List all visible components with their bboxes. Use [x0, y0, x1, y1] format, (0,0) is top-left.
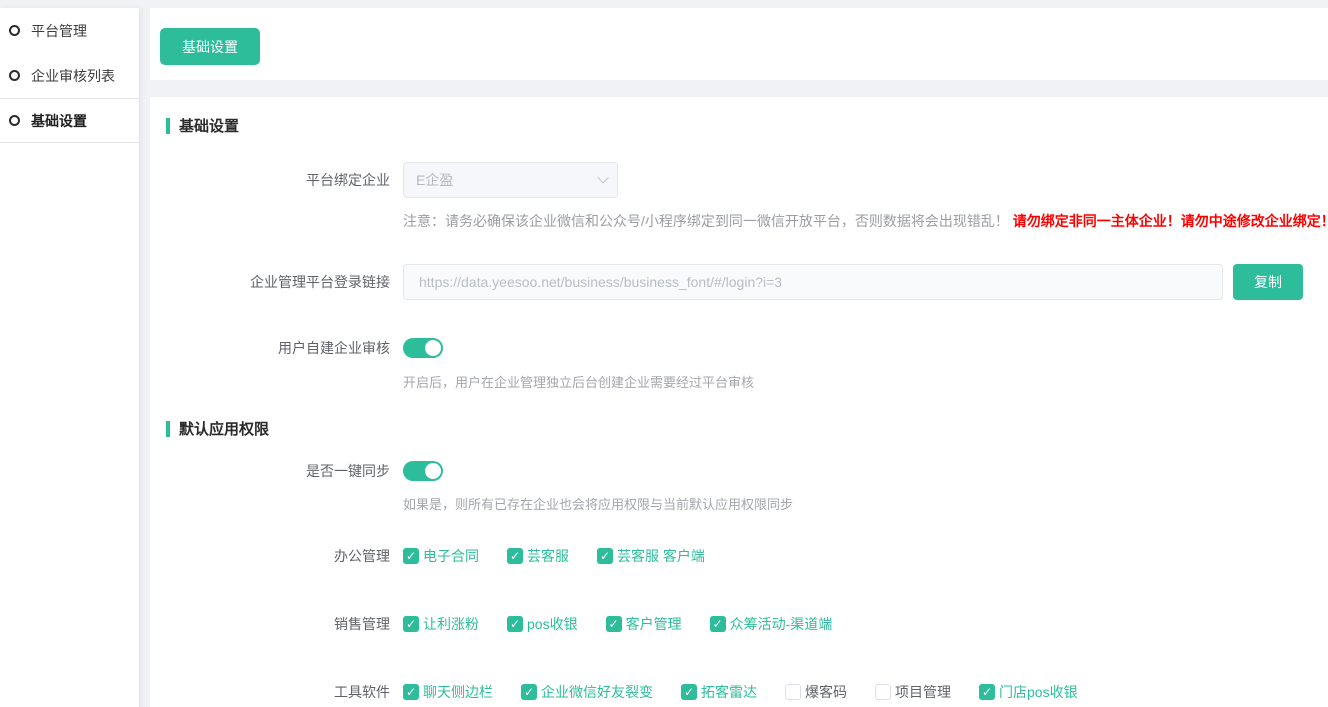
sidebar-item-label: 企业审核列表 — [31, 66, 115, 86]
app-checkbox[interactable]: ✓ pos收银 — [507, 614, 578, 634]
app-checkbox[interactable]: ✓ 客户管理 — [606, 614, 682, 634]
app-checkbox[interactable]: ✓ 芸客服 — [507, 546, 569, 566]
app-checkbox-label: 芸客服 客户端 — [617, 546, 705, 566]
checkbox-icon: ✓ — [681, 684, 697, 700]
login-link-row: 企业管理平台登录链接 复制 — [150, 264, 1328, 300]
app-group-label: 工具软件 — [150, 682, 390, 702]
app-checkbox[interactable]: ✓ 众筹活动-渠道端 — [710, 614, 833, 634]
checkbox-icon: ✓ — [979, 684, 995, 700]
binding-warning-note: 注意：请务必确保该企业微信和公众号/小程序绑定到同一微信开放平台，否则数据将会出… — [150, 211, 1328, 231]
platform-enterprise-label: 平台绑定企业 — [150, 170, 390, 190]
basic-settings-button[interactable]: 基础设置 — [160, 28, 260, 65]
checkbox-icon: ✓ — [507, 548, 523, 564]
checkbox-icon: ✓ — [710, 616, 726, 632]
sidebar-item-basic-settings[interactable]: 基础设置 — [0, 98, 139, 143]
app-checkbox-label: 聊天侧边栏 — [423, 682, 493, 702]
copy-button[interactable]: 复制 — [1233, 264, 1303, 300]
app-checkbox[interactable]: ✓ 拓客雷达 — [681, 682, 757, 702]
warning-note-red: 请勿绑定非同一主体企业！请勿中途修改企业绑定！ — [1013, 213, 1328, 229]
app-checkbox[interactable]: ✓ 芸客服 客户端 — [597, 546, 705, 566]
app-checkbox-label: 拓客雷达 — [701, 682, 757, 702]
app-group-label: 办公管理 — [150, 546, 390, 566]
app-checkbox[interactable]: ✓ 门店pos收银 — [979, 682, 1078, 702]
sidebar-item-label: 基础设置 — [31, 111, 87, 131]
app-checkbox-label: 众筹活动-渠道端 — [730, 614, 833, 634]
section-title: 默认应用权限 — [179, 418, 269, 439]
checkbox-icon: ✓ — [403, 616, 419, 632]
app-group-row: 销售管理 ✓ 让利涨粉 ✓ pos收银 ✓ 客户管理 ✓ 众筹活动-渠道端 — [150, 614, 1328, 634]
app-group-label: 销售管理 — [150, 614, 390, 634]
app-group-row: 办公管理 ✓ 电子合同 ✓ 芸客服 ✓ 芸客服 客户端 — [150, 546, 1328, 566]
circle-icon — [9, 115, 20, 126]
app-checkbox[interactable]: ✓ 企业微信好友裂变 — [521, 682, 653, 702]
platform-enterprise-row: 平台绑定企业 E企盈 — [150, 162, 1328, 198]
sidebar-item-platform-management[interactable]: 平台管理 — [0, 8, 139, 53]
one-click-sync-toggle[interactable] — [403, 461, 443, 481]
checkbox-icon: ✓ — [606, 616, 622, 632]
user-review-helper: 开启后，用户在企业管理独立后台创建企业需要经过平台审核 — [150, 372, 1328, 391]
app-checkbox-label: 门店pos收银 — [999, 682, 1078, 702]
app-checkbox-row: ✓ 聊天侧边栏 ✓ 企业微信好友裂变 ✓ 拓客雷达 ✓ 爆客码 ✓ 项目管理 ✓… — [403, 682, 1106, 702]
one-click-sync-label: 是否一键同步 — [150, 461, 390, 481]
circle-icon — [9, 70, 20, 81]
checkbox-icon: ✓ — [785, 684, 801, 700]
app-checkbox-label: pos收银 — [527, 614, 578, 634]
circle-icon — [9, 25, 20, 36]
warning-note-gray: 注意：请务必确保该企业微信和公众号/小程序绑定到同一微信开放平台，否则数据将会出… — [403, 213, 1009, 229]
user-review-label: 用户自建企业审核 — [150, 338, 390, 358]
toggle-knob — [425, 463, 441, 479]
app-checkbox[interactable]: ✓ 让利涨粉 — [403, 614, 479, 634]
main-content: 基础设置 基础设置 平台绑定企业 E企盈 注意：请务必确保该企业微信和公众号/小… — [150, 8, 1328, 707]
app-group-row: 工具软件 ✓ 聊天侧边栏 ✓ 企业微信好友裂变 ✓ 拓客雷达 ✓ 爆客码 ✓ 项… — [150, 682, 1328, 702]
section-header-permissions: 默认应用权限 — [150, 420, 1328, 437]
app-checkbox-row: ✓ 电子合同 ✓ 芸客服 ✓ 芸客服 客户端 — [403, 546, 733, 566]
app-checkbox-label: 电子合同 — [423, 546, 479, 566]
checkbox-icon: ✓ — [875, 684, 891, 700]
app-checkbox-label: 芸客服 — [527, 546, 569, 566]
app-checkbox-row: ✓ 让利涨粉 ✓ pos收银 ✓ 客户管理 ✓ 众筹活动-渠道端 — [403, 614, 860, 634]
login-link-label: 企业管理平台登录链接 — [150, 272, 390, 292]
app-checkbox[interactable]: ✓ 爆客码 — [785, 682, 847, 702]
sidebar: 平台管理 企业审核列表 基础设置 — [0, 8, 139, 707]
login-link-input[interactable] — [403, 264, 1223, 300]
user-review-toggle[interactable] — [403, 338, 443, 358]
app-checkbox-label: 企业微信好友裂变 — [541, 682, 653, 702]
user-review-row: 用户自建企业审核 — [150, 338, 1328, 358]
chevron-down-icon — [597, 172, 608, 183]
app-checkbox-label: 爆客码 — [805, 682, 847, 702]
section-bar-icon — [166, 118, 170, 134]
app-checkbox-label: 项目管理 — [895, 682, 951, 702]
checkbox-icon: ✓ — [507, 616, 523, 632]
app-checkbox[interactable]: ✓ 聊天侧边栏 — [403, 682, 493, 702]
app-checkbox[interactable]: ✓ 项目管理 — [875, 682, 951, 702]
platform-enterprise-select[interactable]: E企盈 — [403, 162, 618, 198]
checkbox-icon: ✓ — [403, 684, 419, 700]
app-checkbox-label: 客户管理 — [626, 614, 682, 634]
checkbox-icon: ✓ — [521, 684, 537, 700]
settings-card: 基础设置 平台绑定企业 E企盈 注意：请务必确保该企业微信和公众号/小程序绑定到… — [150, 97, 1328, 707]
app-checkbox[interactable]: ✓ 电子合同 — [403, 546, 479, 566]
checkbox-icon: ✓ — [403, 548, 419, 564]
app-checkbox-label: 让利涨粉 — [423, 614, 479, 634]
section-header-basic: 基础设置 — [150, 117, 1328, 134]
one-click-sync-helper: 如果是，则所有已存在企业也会将应用权限与当前默认应用权限同步 — [150, 494, 1328, 513]
sidebar-item-label: 平台管理 — [31, 21, 87, 41]
app-groups: 办公管理 ✓ 电子合同 ✓ 芸客服 ✓ 芸客服 客户端 销售管理 ✓ 让利涨粉 … — [150, 546, 1328, 702]
section-title: 基础设置 — [179, 115, 239, 136]
select-value: E企盈 — [416, 170, 453, 190]
sidebar-item-enterprise-review-list[interactable]: 企业审核列表 — [0, 53, 139, 98]
toggle-knob — [425, 340, 441, 356]
checkbox-icon: ✓ — [597, 548, 613, 564]
one-click-sync-row: 是否一键同步 — [150, 461, 1328, 481]
section-bar-icon — [166, 421, 170, 437]
toolbar-card: 基础设置 — [150, 8, 1328, 80]
